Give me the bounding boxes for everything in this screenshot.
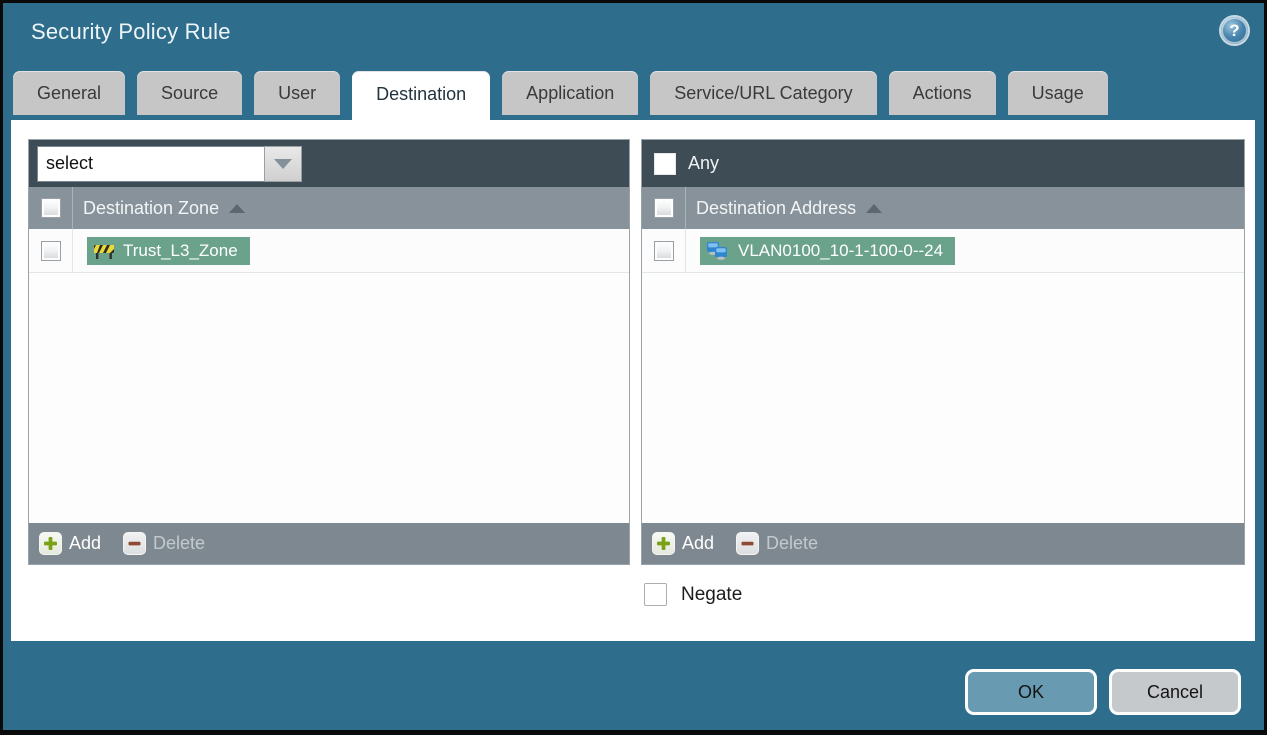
add-address-label: Add bbox=[682, 533, 715, 553]
address-chip[interactable]: VLAN0100_10-1-100-0--24 bbox=[700, 236, 956, 265]
minus-icon bbox=[736, 532, 760, 555]
zone-select-dropdown-button[interactable] bbox=[264, 145, 302, 182]
negate-label: Negate bbox=[681, 583, 743, 605]
delete-zone-button[interactable]: Delete bbox=[123, 532, 205, 555]
zone-column-header[interactable]: Destination Zone bbox=[73, 197, 246, 219]
tab-application[interactable]: Application bbox=[502, 71, 639, 115]
zone-label: Trust_L3_Zone bbox=[123, 240, 238, 260]
help-icon[interactable]: ? bbox=[1221, 17, 1248, 44]
address-row-checkbox[interactable] bbox=[653, 240, 674, 261]
zone-row: Trust_L3_Zone bbox=[29, 229, 629, 273]
address-group-icon bbox=[706, 241, 730, 260]
address-select-all-cell bbox=[642, 187, 686, 229]
negate-checkbox[interactable] bbox=[644, 583, 667, 606]
plus-icon bbox=[39, 532, 62, 555]
tab-service-url-category[interactable]: Service/URL Category bbox=[650, 71, 877, 115]
chevron-down-icon bbox=[274, 158, 292, 169]
zone-icon bbox=[93, 242, 115, 259]
address-panel-toolbar: Any bbox=[642, 140, 1244, 187]
any-label: Any bbox=[688, 153, 720, 173]
tab-general[interactable]: General bbox=[13, 71, 126, 115]
zone-select-input[interactable] bbox=[37, 145, 264, 182]
zone-panel-toolbar bbox=[29, 140, 629, 187]
select-all-addresses-checkbox[interactable] bbox=[653, 198, 674, 218]
address-column-header-row: Destination Address bbox=[642, 187, 1244, 229]
tab-source[interactable]: Source bbox=[137, 71, 243, 115]
destination-address-panel: Any Destination Address VLAN0100_10-1-10… bbox=[641, 139, 1245, 565]
any-checkbox[interactable] bbox=[654, 152, 676, 175]
add-address-button[interactable]: Add bbox=[652, 532, 714, 555]
address-row-checkbox-cell bbox=[642, 229, 686, 272]
zone-column-header-label: Destination Zone bbox=[83, 197, 220, 218]
tab-user[interactable]: User bbox=[254, 71, 341, 115]
zone-chip[interactable]: Trust_L3_Zone bbox=[87, 236, 250, 265]
address-column-header-label: Destination Address bbox=[696, 197, 857, 218]
tab-actions[interactable]: Actions bbox=[888, 71, 996, 115]
sort-ascending-icon bbox=[866, 203, 883, 213]
cancel-button[interactable]: Cancel bbox=[1109, 669, 1241, 715]
tab-bar: General Source User Destination Applicat… bbox=[13, 71, 1108, 120]
tab-destination[interactable]: Destination bbox=[352, 71, 491, 120]
sort-ascending-icon bbox=[229, 203, 246, 213]
add-zone-button[interactable]: Add bbox=[39, 532, 101, 555]
plus-icon bbox=[652, 532, 675, 555]
address-label: VLAN0100_10-1-100-0--24 bbox=[738, 240, 944, 260]
security-policy-rule-dialog: Security Policy Rule ? General Source Us… bbox=[0, 0, 1267, 735]
zone-panel-footer: Add Delete bbox=[29, 523, 629, 564]
zone-column-header-row: Destination Zone bbox=[29, 187, 629, 229]
zone-row-checkbox[interactable] bbox=[40, 240, 61, 261]
ok-button[interactable]: OK bbox=[965, 669, 1097, 715]
destination-zone-panel: Destination Zone bbox=[28, 139, 630, 565]
zone-row-checkbox-cell bbox=[29, 229, 73, 272]
tab-usage[interactable]: Usage bbox=[1007, 71, 1108, 115]
select-all-zones-checkbox[interactable] bbox=[40, 198, 61, 218]
minus-icon bbox=[123, 532, 147, 555]
dialog-title: Security Policy Rule bbox=[31, 19, 231, 44]
zone-select-all-cell bbox=[29, 187, 73, 229]
delete-zone-label: Delete bbox=[153, 533, 206, 553]
zone-select-combobox bbox=[37, 145, 302, 182]
delete-address-button[interactable]: Delete bbox=[736, 532, 818, 555]
address-list: VLAN0100_10-1-100-0--24 bbox=[642, 229, 1244, 523]
address-row: VLAN0100_10-1-100-0--24 bbox=[642, 229, 1244, 273]
add-zone-label: Add bbox=[69, 533, 102, 553]
address-panel-footer: Add Delete bbox=[642, 523, 1244, 564]
zone-list: Trust_L3_Zone bbox=[29, 229, 629, 523]
destination-tab-content: Destination Zone bbox=[11, 120, 1255, 641]
delete-address-label: Delete bbox=[766, 533, 819, 553]
address-column-header[interactable]: Destination Address bbox=[686, 197, 883, 219]
negate-option: Negate bbox=[644, 583, 742, 606]
